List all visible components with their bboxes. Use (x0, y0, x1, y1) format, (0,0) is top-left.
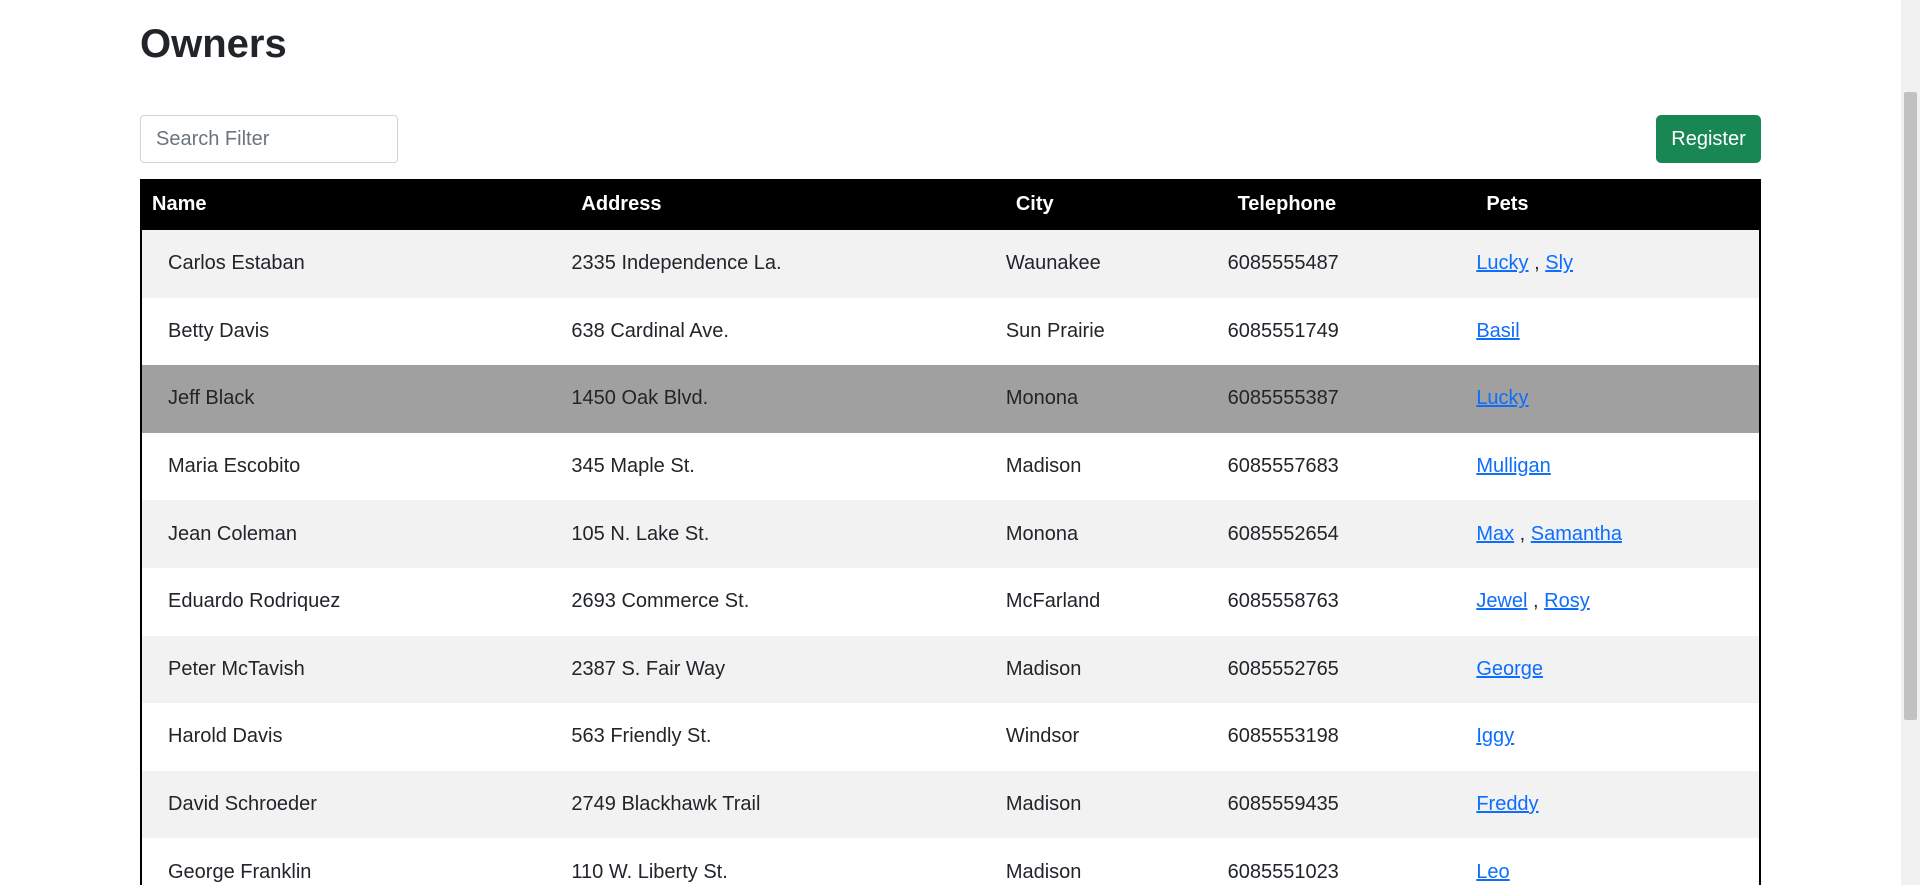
owner-telephone-cell: 6085557683 (1227, 455, 1339, 478)
owner-pets-cell: Max , Samantha (1476, 500, 1760, 568)
column-header-pets: Pets (1486, 193, 1529, 215)
pet-link[interactable]: Rosy (1544, 590, 1590, 612)
owner-name-cell: Betty Davis (168, 319, 270, 342)
column-header-telephone: Telephone (1237, 193, 1337, 215)
pet-separator: , (1528, 252, 1546, 275)
owner-address-cell: 2335 Independence La. (571, 252, 782, 275)
owner-name-cell: Carlos Estaban (168, 252, 305, 275)
pet-link[interactable]: Basil (1476, 320, 1519, 342)
register-button[interactable]: Register (1656, 115, 1761, 163)
owner-city-cell: Sun Prairie (1005, 319, 1105, 342)
owner-telephone-cell: 6085553198 (1227, 725, 1339, 748)
pet-link[interactable]: Leo (1476, 861, 1509, 883)
owner-telephone-cell: 6085551023 (1227, 860, 1339, 883)
column-header-address: Address (581, 193, 662, 215)
owner-address-cell: 2749 Blackhawk Trail (571, 793, 761, 816)
owner-name-cell: Maria Escobito (168, 455, 301, 478)
owner-pets-cell: Mulligan (1476, 433, 1760, 501)
pet-separator: , (1527, 590, 1545, 613)
owner-address-cell: 110 W. Liberty St. (571, 860, 728, 883)
search-filter-input[interactable] (140, 115, 398, 163)
table-row: Jean Coleman 105 N. Lake St. Monona 6085552… (141, 500, 1760, 568)
owner-address-cell: 563 Friendly St. (571, 725, 712, 748)
owner-city-cell: Madison (1005, 657, 1082, 680)
pet-link[interactable]: Sly (1545, 252, 1573, 274)
pet-link[interactable]: Iggy (1476, 725, 1514, 747)
owner-address-cell: 105 N. Lake St. (571, 522, 710, 545)
table-row: Maria Escobito 345 Maple St. Madison 608555… (141, 432, 1760, 501)
owner-city-cell: McFarland (1005, 590, 1101, 613)
owner-pets-cell: Leo (1476, 838, 1760, 885)
table-row: Eduardo Rodriquez 2693 Commerce St. McFarl… (141, 567, 1760, 636)
owner-address-cell: 2693 Commerce St. (571, 590, 750, 613)
table-row: Jeff Black 1450 Oak Blvd. Monona 6085555387… (141, 365, 1760, 433)
owner-telephone-cell: 6085552654 (1227, 522, 1339, 545)
owner-telephone-cell: 6085555487 (1227, 252, 1339, 275)
table-row: George Franklin 110 W. Liberty St. Madison… (141, 838, 1760, 885)
vertical-scrollbar[interactable] (1901, 0, 1920, 885)
owner-pets-cell: Jewel , Rosy (1476, 568, 1760, 636)
page-title: Owners (140, 22, 287, 66)
owner-telephone-cell: 6085551749 (1227, 319, 1339, 342)
owner-name-cell: David Schroeder (168, 793, 317, 816)
table-row: Harold Davis 563 Friendly St. Windsor 60855… (141, 703, 1760, 771)
owners-table-header: Name Address City Telephone Pets (141, 179, 1760, 230)
owner-city-cell: Monona (1005, 387, 1079, 410)
table-row: David Schroeder 2749 Blackhawk Trail Madis… (141, 770, 1760, 839)
scrollbar-thumb[interactable] (1904, 92, 1917, 720)
column-header-city: City (1015, 193, 1054, 215)
owner-pets-cell: Iggy (1476, 703, 1760, 771)
table-row: Peter McTavish 2387 S. Fair Way Madison 608… (141, 635, 1760, 704)
owners-table-body: Carlos Estaban 2335 Independence La. Wauna… (141, 230, 1760, 885)
owner-name-cell: Harold Davis (168, 725, 283, 748)
pet-link[interactable]: Lucky (1476, 252, 1528, 274)
owner-pets-cell: George (1476, 636, 1760, 704)
owner-city-cell: Madison (1005, 793, 1082, 816)
pet-link[interactable]: Jewel (1476, 590, 1527, 612)
owner-city-cell: Monona (1005, 522, 1079, 545)
owner-telephone-cell: 6085552765 (1227, 657, 1339, 680)
owner-name-cell: Jeff Black (168, 387, 255, 410)
table-row: Carlos Estaban 2335 Independence La. Wauna… (141, 230, 1760, 298)
owner-city-cell: Waunakee (1005, 252, 1101, 275)
owner-address-cell: 2387 S. Fair Way (571, 657, 726, 680)
pet-link[interactable]: George (1476, 658, 1543, 680)
owner-name-cell: Eduardo Rodriquez (168, 590, 341, 613)
owner-address-cell: 1450 Oak Blvd. (571, 387, 709, 410)
owner-name-cell: Peter McTavish (168, 657, 305, 680)
owner-telephone-cell: 6085559435 (1227, 793, 1339, 816)
owner-city-cell: Madison (1005, 860, 1082, 883)
owners-table: Name Address City Telephone Pets Carlos … (140, 179, 1761, 885)
owner-name-cell: Jean Coleman (168, 522, 297, 545)
owner-name-cell: George Franklin (168, 860, 312, 883)
pet-link[interactable]: Mulligan (1476, 455, 1550, 477)
pet-link[interactable]: Lucky (1476, 387, 1528, 409)
owner-pets-cell: Basil (1476, 298, 1760, 366)
table-row: Betty Davis 638 Cardinal Ave. Sun Prairie 6… (141, 297, 1760, 366)
owner-address-cell: 638 Cardinal Ave. (571, 319, 729, 342)
page: Owners Register Name Address City Teleph… (0, 0, 1901, 885)
pet-link[interactable]: Freddy (1476, 793, 1538, 815)
pet-separator: , (1514, 522, 1531, 545)
owner-pets-cell: Lucky (1476, 365, 1760, 433)
owner-telephone-cell: 6085555387 (1227, 387, 1339, 410)
pet-link[interactable]: Max (1476, 523, 1514, 545)
column-header-name: Name (152, 193, 207, 215)
pet-link[interactable]: Samantha (1531, 523, 1622, 545)
owner-telephone-cell: 6085558763 (1227, 590, 1339, 613)
owner-city-cell: Windsor (1005, 725, 1080, 748)
owner-pets-cell: Freddy (1476, 771, 1760, 839)
owner-city-cell: Madison (1005, 455, 1082, 478)
owner-address-cell: 345 Maple St. (571, 455, 695, 478)
owner-pets-cell: Lucky , Sly (1476, 230, 1760, 298)
